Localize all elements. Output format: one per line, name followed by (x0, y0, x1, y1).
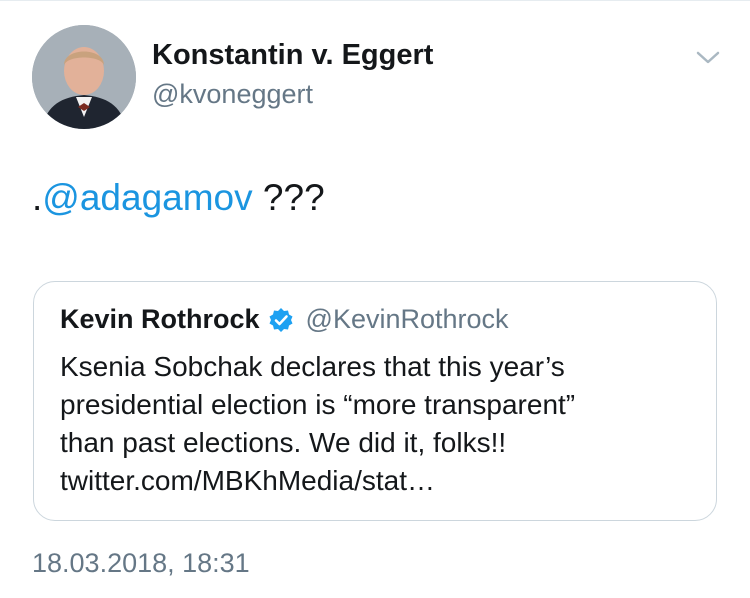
quoted-text-line: presidential election is “more transpare… (60, 389, 576, 420)
tweet: Konstantin v. Eggert @kvoneggert .@adaga… (0, 0, 750, 598)
tweet-text-suffix: ??? (252, 177, 325, 218)
quoted-text-line: than past elections. We did it, folks!! (60, 427, 507, 458)
user-photo-avatar-icon (32, 25, 136, 129)
tweet-text-prefix: . (32, 177, 43, 218)
avatar[interactable] (32, 25, 136, 129)
mention-link[interactable]: @adagamov (42, 177, 252, 218)
quoted-tweet-card[interactable]: Kevin Rothrock @KevinRothrock Ksenia Sob… (33, 281, 717, 521)
chevron-down-icon[interactable] (694, 47, 722, 69)
verified-badge-icon (268, 307, 294, 333)
quoted-author-handle[interactable]: @KevinRothrock (306, 304, 509, 335)
quoted-text-link[interactable]: twitter.com/MBKhMedia/stat… (60, 462, 700, 500)
author-display-name[interactable]: Konstantin v. Eggert (152, 39, 433, 72)
quoted-author-name[interactable]: Kevin Rothrock (60, 304, 260, 335)
author-handle[interactable]: @kvoneggert (152, 79, 313, 110)
tweet-timestamp[interactable]: 18.03.2018, 18:31 (32, 548, 250, 579)
quoted-tweet-header: Kevin Rothrock @KevinRothrock (60, 304, 509, 335)
quoted-tweet-text: Ksenia Sobchak declares that this year’s… (60, 348, 700, 500)
quoted-text-line: Ksenia Sobchak declares that this year’s (60, 351, 565, 382)
tweet-text: .@adagamov ??? (32, 177, 325, 219)
